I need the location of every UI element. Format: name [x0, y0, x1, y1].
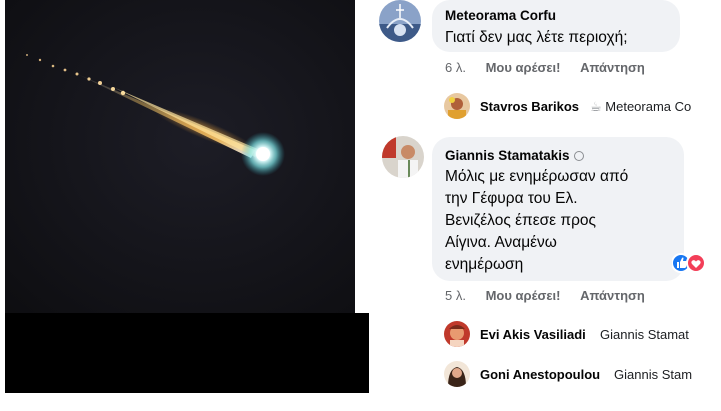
comment-time-2[interactable]: 5 λ.	[445, 288, 466, 303]
reaction-icons[interactable]	[671, 252, 712, 274]
avatar-meteorama-corfu[interactable]	[379, 0, 421, 42]
reply-button-1[interactable]: Απάντηση	[580, 60, 645, 75]
comments-section: Meteorama Corfu Γιατί δεν μας λέτε περιο…	[372, 0, 721, 411]
reply-preview-1: Meteorama Co	[605, 99, 692, 114]
comment-bubble-2: Giannis Stamatakis Μόλις με ενημέρωσαν α…	[432, 137, 684, 281]
reply-row-2[interactable]: Evi Akis Vasiliadi Giannis Stamat	[444, 321, 721, 349]
like-button-2[interactable]: Μου αρέσει!	[486, 288, 561, 303]
avatar-evi-akis-vasiliadi[interactable]	[444, 321, 470, 347]
comment-actions-1: 6 λ. Μου αρέσει! Απάντηση	[445, 60, 645, 75]
reply-row-1[interactable]: Stavros Barikos ☕ Meteorama Co	[444, 93, 721, 121]
photo-black-band	[5, 313, 369, 393]
reply-preview-3: Giannis Stam	[614, 367, 693, 382]
meteor-photo-panel	[0, 0, 370, 411]
comment-time-1[interactable]: 6 λ.	[445, 60, 466, 75]
comment-text-1: Γιατί δεν μας λέτε περιοχή;	[445, 29, 628, 46]
avatar-goni-anestopoulou[interactable]	[444, 361, 470, 387]
reply-button-2[interactable]: Απάντηση	[580, 288, 645, 303]
reply-author-2[interactable]: Evi Akis Vasiliadi	[480, 327, 586, 342]
reply-author-3[interactable]: Goni Anestopoulou	[480, 367, 600, 382]
comment-actions-2: 5 λ. Μου αρέσει! Απάντηση	[445, 288, 645, 303]
comment-text-2: Μόλις με ενημέρωσαν από την Γέφυρα του Ε…	[445, 168, 629, 273]
meteor-photo[interactable]	[5, 0, 355, 313]
avatar-stavros-barikos[interactable]	[444, 93, 470, 119]
badge-icon	[573, 151, 584, 161]
avatar-giannis-stamatakis[interactable]	[382, 136, 424, 178]
reply-preview-2: Giannis Stamat	[600, 327, 689, 342]
reply-author-1[interactable]: Stavros Barikos	[480, 99, 579, 114]
comment-author-1[interactable]: Meteorama Corfu	[445, 8, 556, 23]
comment-author-2[interactable]: Giannis Stamatakis	[445, 148, 570, 163]
coffee-icon: ☕	[590, 99, 602, 114]
comment-bubble-1: Meteorama Corfu Γιατί δεν μας λέτε περιο…	[432, 0, 680, 52]
like-button-1[interactable]: Μου αρέσει!	[486, 60, 561, 75]
reply-row-3[interactable]: Goni Anestopoulou Giannis Stam	[444, 361, 721, 389]
meteor-image	[5, 0, 355, 313]
